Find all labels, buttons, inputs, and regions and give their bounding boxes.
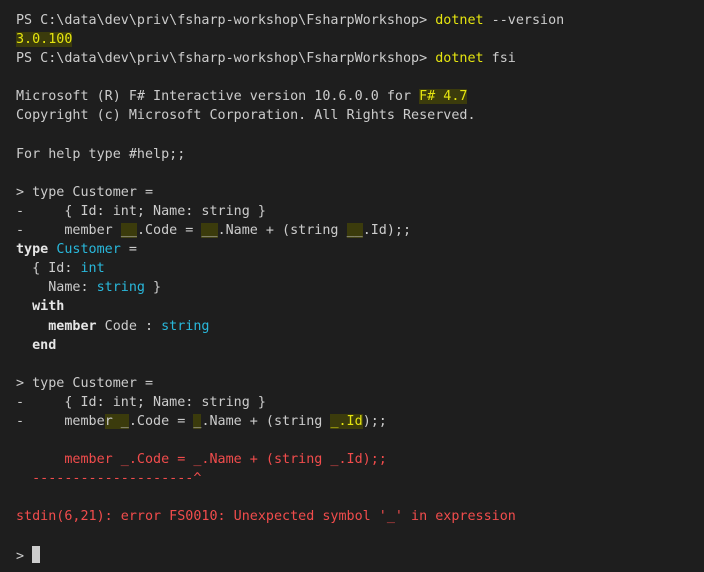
command-name: dotnet bbox=[435, 13, 484, 28]
fsi-input-line: - member _.Code = _.Name + (string _.Id)… bbox=[16, 412, 704, 431]
code-text: - member bbox=[16, 223, 121, 239]
fsi-prompt-line[interactable]: > bbox=[16, 545, 704, 565]
code-text: );; bbox=[362, 413, 387, 429]
highlighted-identifier: r _ bbox=[104, 413, 129, 429]
version-output: 3.0.100 bbox=[16, 32, 73, 48]
text-cursor bbox=[32, 545, 41, 563]
type-name: Customer bbox=[56, 242, 121, 258]
fsi-output-line: { Id: int bbox=[16, 259, 704, 278]
code-text: Code : bbox=[96, 318, 162, 334]
keyword-type: type bbox=[16, 242, 49, 258]
code-text: - membe bbox=[16, 413, 105, 429]
highlighted-identifier: __ bbox=[120, 223, 137, 239]
type-int: int bbox=[80, 261, 105, 277]
command-args: fsi bbox=[483, 51, 516, 67]
code-text: .Name + (string bbox=[201, 413, 331, 429]
type-string: string bbox=[161, 318, 210, 334]
prompt-symbol: > bbox=[16, 548, 25, 564]
fsi-input-line: > type Customer = bbox=[16, 375, 154, 391]
fsi-input-line: - { Id: int; Name: string } bbox=[16, 203, 266, 219]
highlighted-identifier: __ bbox=[346, 223, 363, 239]
fsi-input-line: > type Customer = bbox=[16, 184, 154, 200]
ps-prompt-line: PS C:\data\dev\priv\fsharp-workshop\Fsha… bbox=[16, 49, 704, 68]
banner-text: Microsoft (R) F# Interactive version 10.… bbox=[16, 89, 420, 105]
fsi-banner-line: Microsoft (R) F# Interactive version 10.… bbox=[16, 87, 704, 106]
prompt-path: PS C:\data\dev\priv\fsharp-workshop\Fsha… bbox=[16, 13, 436, 28]
command-name: dotnet bbox=[435, 51, 484, 67]
ps-prompt-line: PS C:\data\dev\priv\fsharp-workshop\Fsha… bbox=[16, 11, 704, 30]
code-text: Name: bbox=[16, 280, 97, 296]
code-text: { Id: bbox=[16, 261, 81, 277]
code-text: } bbox=[145, 280, 162, 296]
fsi-output-line: Name: string } bbox=[16, 278, 704, 297]
keyword-end: end bbox=[16, 337, 57, 353]
copyright-line: Copyright (c) Microsoft Corporation. All… bbox=[16, 108, 476, 124]
code-text: .Code = bbox=[128, 413, 194, 429]
fsi-input-line: - { Id: int; Name: string } bbox=[16, 394, 266, 410]
error-message: stdin(6,21): error FS0010: Unexpected sy… bbox=[16, 509, 516, 525]
command-args: --version bbox=[483, 13, 565, 28]
fsi-input-line: - member __.Code = __.Name + (string __.… bbox=[16, 221, 704, 240]
code-text: .Code = bbox=[136, 223, 202, 239]
fsi-output-line: member Code : string bbox=[16, 317, 704, 336]
help-hint-line: For help type #help;; bbox=[16, 146, 186, 162]
code-text: .Name + (string bbox=[217, 223, 347, 239]
highlighted-identifier: _.Id bbox=[330, 413, 363, 429]
terminal-window[interactable]: PS C:\data\dev\priv\fsharp-workshop\Fsha… bbox=[0, 0, 704, 572]
fsi-output-line: type Customer = bbox=[16, 240, 704, 259]
code-text: .Id);; bbox=[362, 223, 412, 239]
code-text: = bbox=[120, 242, 137, 258]
keyword-with: with bbox=[16, 299, 65, 315]
error-echo-line: member _.Code = _.Name + (string _.Id);; bbox=[16, 452, 387, 468]
version-output-line: 3.0.100 bbox=[16, 30, 704, 49]
fsharp-version: F# 4.7 bbox=[419, 89, 468, 105]
error-caret-line: --------------------^ bbox=[16, 471, 202, 487]
prompt-path: PS C:\data\dev\priv\fsharp-workshop\Fsha… bbox=[16, 51, 436, 67]
highlighted-identifier: __ bbox=[201, 223, 218, 239]
keyword-member: member bbox=[48, 318, 97, 334]
type-string: string bbox=[96, 280, 145, 296]
